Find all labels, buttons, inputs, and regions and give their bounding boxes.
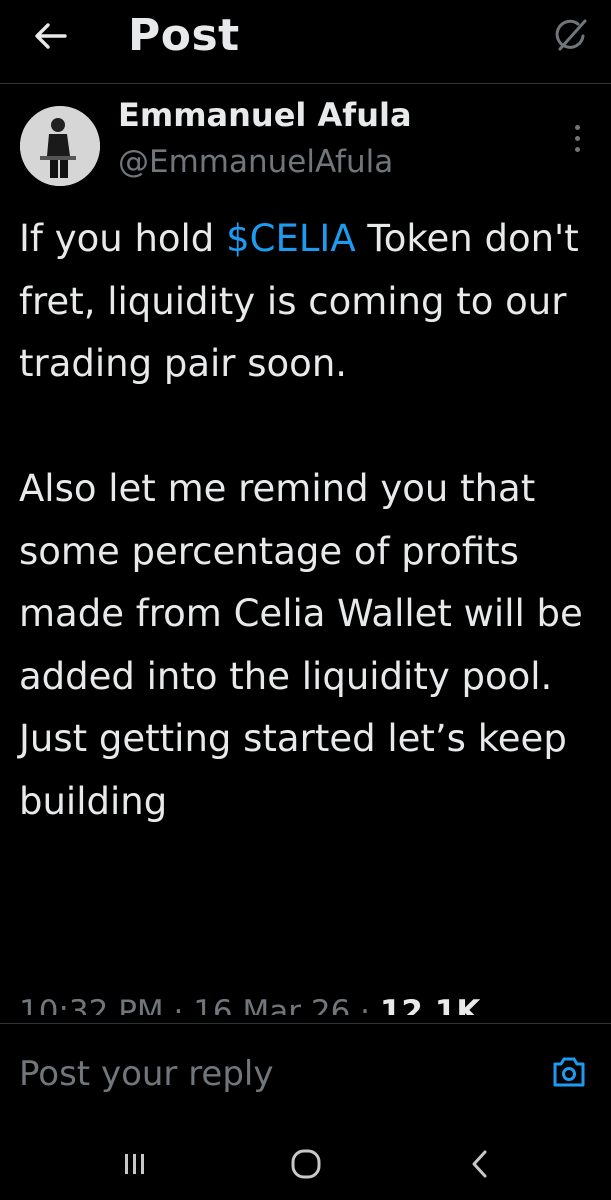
- chevron-left-icon: [472, 1150, 487, 1178]
- more-dot-icon: [574, 146, 580, 152]
- more-dot-icon: [574, 124, 580, 130]
- meta-separator: ·: [350, 994, 380, 1015]
- author-handle[interactable]: @EmmanuelAfula: [118, 141, 393, 183]
- post-meta: 10:32 PM · 16 Mar 26 · 12.1K: [19, 985, 599, 1015]
- grok-button[interactable]: [548, 12, 594, 58]
- home-button[interactable]: [276, 1134, 336, 1194]
- home-icon: [291, 1149, 321, 1179]
- system-back-button[interactable]: [450, 1134, 510, 1194]
- reply-input[interactable]: [19, 1050, 519, 1098]
- top-bar: Post: [0, 0, 611, 82]
- page-title: Post: [128, 10, 240, 61]
- header-divider: [0, 83, 611, 84]
- meta-separator: ·: [163, 994, 194, 1015]
- post-text-intro: If you hold: [19, 217, 227, 260]
- post-date: 16 Mar 26: [193, 994, 351, 1015]
- system-nav-bar: [0, 1126, 611, 1200]
- recents-icon: [125, 1154, 144, 1174]
- post-text: If you hold $CELIA Token don't fret, liq…: [19, 208, 599, 833]
- arrow-left-icon: [35, 23, 67, 49]
- reply-divider: [0, 1023, 611, 1024]
- camera-icon: [553, 1057, 585, 1087]
- camera-button[interactable]: [549, 1052, 589, 1092]
- more-options-button[interactable]: [563, 118, 591, 158]
- back-button[interactable]: [28, 14, 72, 58]
- post-views[interactable]: 12.1K: [380, 994, 481, 1015]
- author-name[interactable]: Emmanuel Afula: [118, 94, 412, 136]
- avatar[interactable]: [20, 106, 100, 186]
- cashtag-link[interactable]: $CELIA: [226, 217, 356, 260]
- more-dot-icon: [574, 135, 580, 141]
- post-text-body: Token don't fret, liquidity is coming to…: [19, 217, 583, 823]
- grok-slash-icon: [555, 19, 587, 51]
- post-time: 10:32 PM: [19, 994, 164, 1015]
- avatar-photo-icon: [20, 106, 100, 186]
- recents-button[interactable]: [104, 1134, 164, 1194]
